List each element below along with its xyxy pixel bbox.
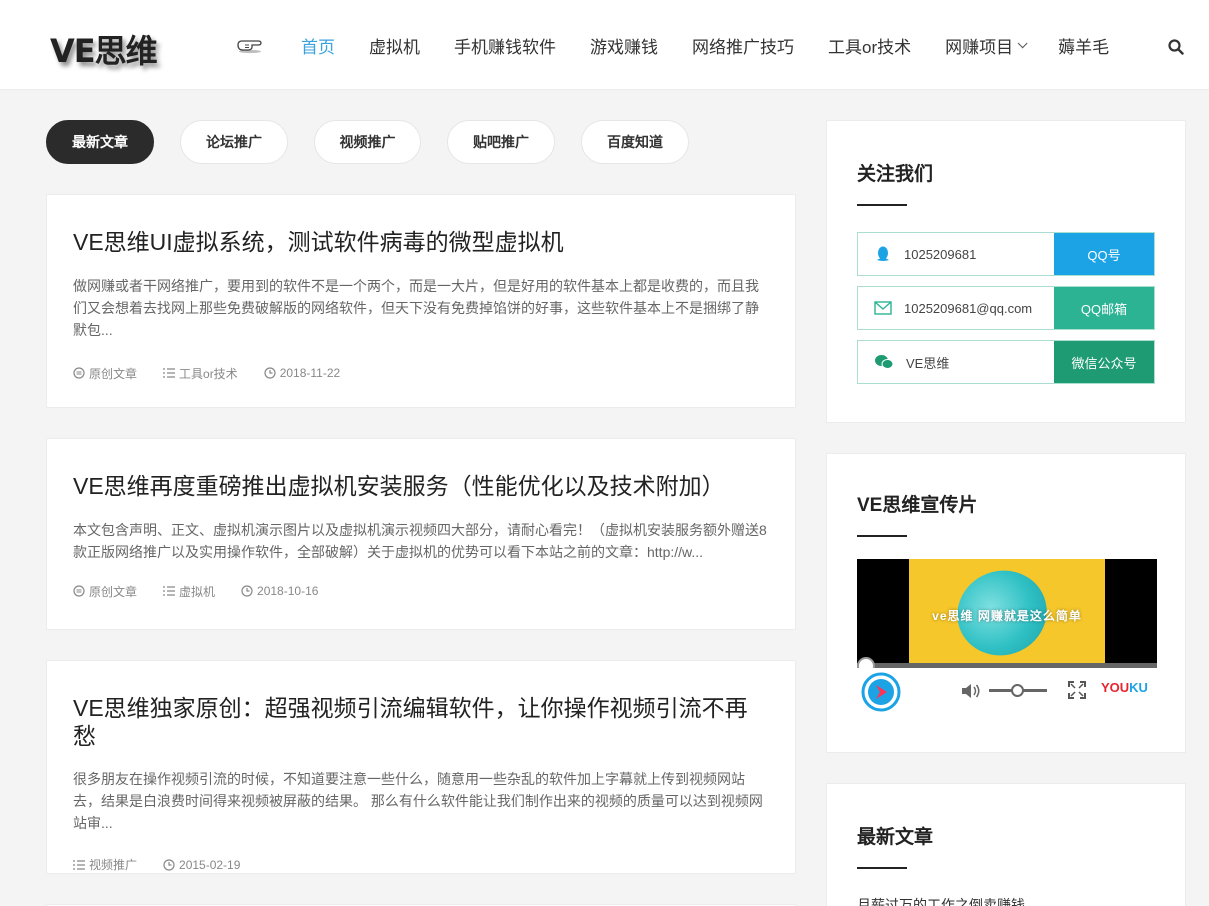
list-icon [73, 860, 85, 870]
site-header: VE思维 首页 虚拟机 手机赚钱软件 游戏赚钱 网络推广技巧 工具or技术 网赚… [0, 0, 1209, 90]
list-icon [163, 368, 176, 378]
title-underline [857, 867, 907, 869]
article-meta: 原创文章 虚拟机 2018-10-16 [73, 583, 769, 600]
article-date: 2015-02-19 [179, 857, 241, 872]
promo-widget: VE思维宣传片 ve思维 网赚就是这么简单 YOUKU [826, 453, 1186, 753]
video-caption: ve思维 网赚就是这么简单 [932, 609, 1082, 623]
nav-item-projects[interactable]: 网赚项目 [945, 33, 1028, 58]
article-card: VE思维独家原创：超强视频引流编辑软件，让你操作视频引流不再愁 很多朋友在操作视… [46, 660, 796, 874]
site-logo[interactable]: VE思维 [50, 26, 158, 72]
tab-tieba[interactable]: 贴吧推广 [447, 120, 555, 164]
search-icon[interactable] [1168, 39, 1184, 55]
tab-baidu-zhidao[interactable]: 百度知道 [581, 120, 689, 164]
contact-row-qq: 1025209681 QQ号 [857, 232, 1155, 276]
wechat-icon [875, 355, 894, 369]
wechat-account: VE思维 [906, 355, 950, 371]
article-category[interactable]: 视频推广 [89, 856, 137, 873]
chevron-down-icon [1017, 37, 1028, 48]
article-excerpt: 很多朋友在操作视频引流的时候，不知道要注意一些什么，随意用一些杂乱的软件加上字幕… [73, 771, 763, 832]
play-icon[interactable] [861, 672, 901, 712]
volume-handle[interactable] [1011, 684, 1024, 697]
qq-button[interactable]: QQ号 [1054, 233, 1154, 275]
nav-item-mobile-apps[interactable]: 手机赚钱软件 [454, 33, 556, 58]
title-underline [857, 535, 907, 537]
title-underline [857, 204, 907, 206]
article-type: 原创文章 [89, 584, 138, 599]
main-nav: 首页 虚拟机 手机赚钱软件 游戏赚钱 网络推广技巧 工具or技术 网赚项目 薅羊… [301, 0, 1143, 90]
nav-item-tools[interactable]: 工具or技术 [828, 33, 911, 58]
tab-forum[interactable]: 论坛推广 [180, 120, 288, 164]
article-date: 2018-11-22 [279, 366, 341, 381]
article-title[interactable]: VE思维UI虚拟系统，测试软件病毒的微型虚拟机 [73, 229, 769, 257]
volume-icon[interactable] [961, 683, 981, 699]
fullscreen-icon[interactable] [1068, 681, 1086, 699]
widget-title: 最新文章 [857, 827, 934, 848]
qq-icon [877, 246, 889, 261]
widget-title: VE思维宣传片 [857, 495, 978, 516]
article-card: VE思维UI虚拟系统，测试软件病毒的微型虚拟机 做网赚或者干网络推广，要用到的软… [46, 194, 796, 408]
original-icon [73, 585, 85, 597]
article-date: 2018-10-16 [257, 584, 319, 599]
contact-list: 1025209681 QQ号 1025209681@qq.com QQ邮箱 VE… [857, 232, 1155, 384]
nav-item-games[interactable]: 游戏赚钱 [590, 33, 658, 58]
list-icon [163, 586, 176, 596]
youku-logo: YOUKU [1101, 680, 1148, 695]
nav-item-promotion-tips[interactable]: 网络推广技巧 [692, 33, 794, 58]
pointing-hand-icon [237, 40, 262, 54]
article-excerpt: 本文包含声明、正文、虚拟机演示图片以及虚拟机演示视频四大部分，请耐心看完！（虚拟… [73, 521, 767, 560]
contact-row-email: 1025209681@qq.com QQ邮箱 [857, 286, 1155, 330]
article-title[interactable]: VE思维再度重磅推出虚拟机安装服务（性能优化以及技术附加） [73, 473, 769, 501]
widget-title: 关注我们 [857, 164, 934, 185]
clock-icon [163, 859, 175, 871]
clock-icon [264, 367, 276, 379]
category-tabs: 最新文章 论坛推广 视频推广 贴吧推广 百度知道 [46, 120, 715, 164]
mail-icon [874, 301, 892, 315]
wechat-button[interactable]: 微信公众号 [1054, 341, 1154, 383]
article-category[interactable]: 工具or技术 [179, 365, 238, 382]
email-button[interactable]: QQ邮箱 [1054, 287, 1154, 329]
contact-row-wechat: VE思维 微信公众号 [857, 340, 1155, 384]
nav-item-virtual-machine[interactable]: 虚拟机 [369, 33, 420, 58]
nav-item-home[interactable]: 首页 [301, 33, 335, 58]
video-player[interactable]: ve思维 网赚就是这么简单 YOUKU [857, 559, 1157, 712]
article-type: 原创文章 [89, 366, 138, 381]
tab-video[interactable]: 视频推广 [314, 120, 421, 164]
article-meta: 视频推广 2015-02-19 [73, 856, 769, 873]
original-icon [73, 367, 85, 379]
article-meta: 原创文章 工具or技术 2018-11-22 [73, 365, 769, 382]
tab-latest[interactable]: 最新文章 [46, 120, 154, 164]
video-thumbnail: ve思维 网赚就是这么简单 [909, 559, 1105, 663]
article-card: VE思维再度重磅推出虚拟机安装服务（性能优化以及技术附加） 本文包含声明、正文、… [46, 438, 796, 630]
qq-number: 1025209681 [904, 246, 977, 262]
latest-widget: 最新文章 月薪过万的工作之倒卖赚钱 [826, 783, 1186, 906]
article-category[interactable]: 虚拟机 [179, 583, 215, 600]
latest-article-link[interactable]: 月薪过万的工作之倒卖赚钱 [857, 895, 1155, 906]
nav-item-freebies[interactable]: 薅羊毛 [1058, 33, 1109, 58]
article-excerpt: 做网赚或者干网络推广，要用到的软件不是一个两个，而是一大片，但是好用的软件基本上… [73, 277, 759, 338]
clock-icon [241, 585, 253, 597]
email-address: 1025209681@qq.com [904, 300, 1033, 316]
video-controls: YOUKU [857, 668, 1157, 712]
follow-widget: 关注我们 1025209681 QQ号 1025209681@qq.com QQ… [826, 120, 1186, 423]
article-title[interactable]: VE思维独家原创：超强视频引流编辑软件，让你操作视频引流不再愁 [73, 695, 769, 750]
